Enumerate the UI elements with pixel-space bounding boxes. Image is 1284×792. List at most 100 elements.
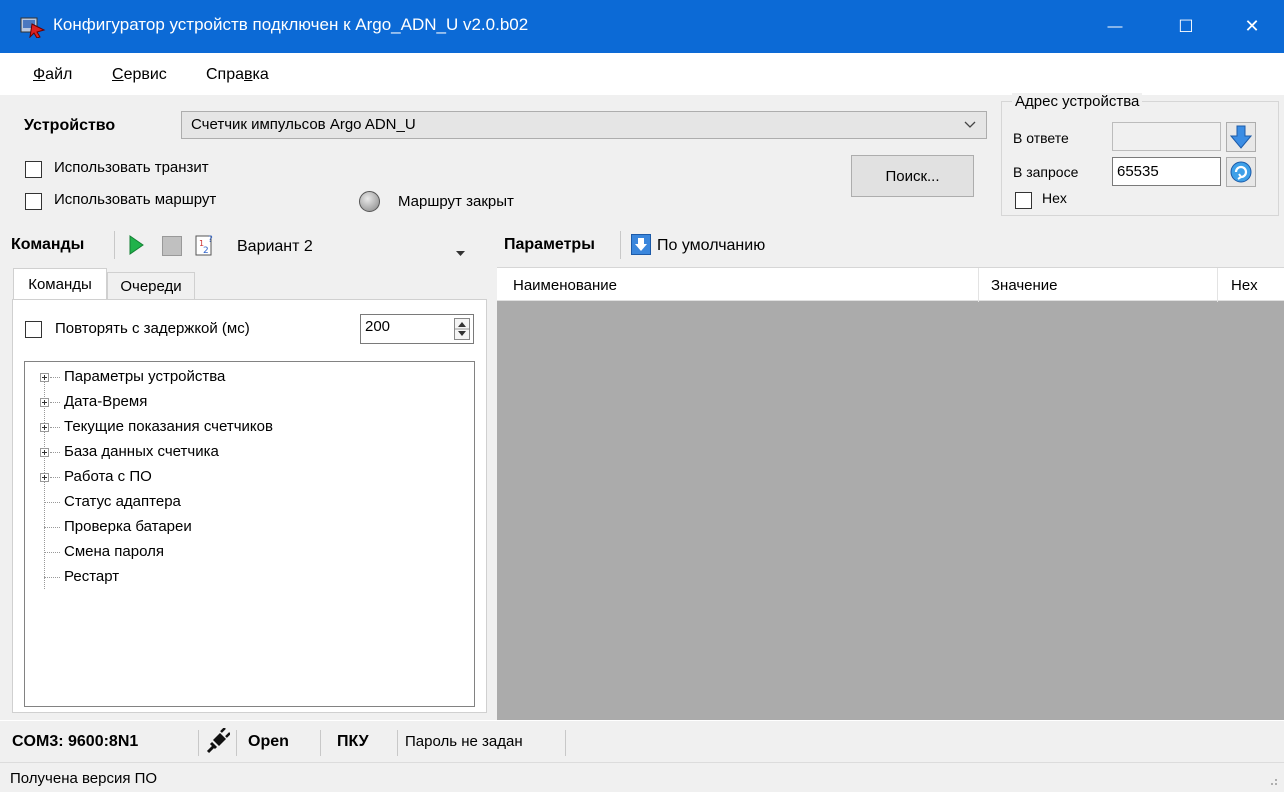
tree-item-label: Статус адаптера (64, 493, 181, 510)
tree-item[interactable]: Дата-Время (25, 391, 465, 415)
maximize-icon: ☐ (1178, 16, 1194, 36)
hex-label: Hex (1042, 190, 1067, 206)
tree-item-label: Работа с ПО (64, 468, 152, 485)
column-header-name[interactable]: Наименование (513, 277, 617, 294)
spinner-arrows-icon[interactable] (454, 318, 470, 340)
read-address-button[interactable] (1226, 122, 1256, 152)
play-button[interactable] (128, 235, 144, 259)
refresh-address-button[interactable] (1226, 157, 1256, 187)
maximize-button[interactable]: ☐ (1154, 0, 1218, 53)
menu-help-label-a: Спра (206, 66, 245, 83)
tree-item-label: Дата-Время (64, 393, 148, 410)
tree-connector (50, 402, 60, 403)
use-route-checkbox[interactable] (25, 193, 42, 210)
arrow-down-icon (1230, 125, 1252, 149)
tree-connector (44, 502, 60, 503)
menu-help-label-b: ка (252, 66, 269, 83)
variant-dropdown-icon[interactable] (456, 244, 465, 261)
device-select-value: Счетчик импульсов Argo ADN_U (191, 116, 416, 133)
use-transit-label: Использовать транзит (54, 159, 209, 176)
tree-item-label: Смена пароля (64, 543, 164, 560)
chevron-down-icon (964, 117, 976, 134)
tree-item[interactable]: Рестарт (25, 566, 465, 590)
tab-queues[interactable]: Очереди (107, 272, 195, 300)
toolbar-separator (620, 231, 621, 259)
refresh-icon (1230, 161, 1252, 183)
toolbar-separator (114, 231, 115, 259)
params-table-header: Наименование Значение Hex (497, 267, 1284, 302)
close-icon: ✕ (1244, 16, 1260, 36)
menu-help[interactable]: Справка (206, 66, 269, 84)
tree-connector (50, 377, 60, 378)
menu-service[interactable]: Сервис (112, 66, 167, 84)
menu-file[interactable]: Файл (33, 66, 72, 84)
status-separator (565, 730, 566, 756)
connect-plug-icon[interactable] (204, 727, 231, 760)
stop-icon[interactable] (162, 236, 182, 256)
route-status-indicator-icon (359, 191, 380, 212)
device-label: Устройство (24, 117, 116, 134)
variant-icon: 1 2 ? (195, 235, 213, 256)
use-transit-checkbox[interactable] (25, 161, 42, 178)
menu-service-accel: С (112, 66, 124, 83)
tree-item[interactable]: Смена пароля (25, 541, 465, 565)
device-select[interactable]: Счетчик импульсов Argo ADN_U (181, 111, 987, 139)
tree-item[interactable]: Проверка батареи (25, 516, 465, 540)
column-header-hex[interactable]: Hex (1231, 277, 1258, 294)
hex-checkbox[interactable] (1015, 192, 1032, 209)
commands-tree[interactable]: Параметры устройства Дата-Время Текущие по… (24, 361, 475, 707)
repeat-delay-spinner[interactable]: 200 (360, 314, 474, 344)
repeat-checkbox[interactable] (25, 321, 42, 338)
expand-plus-icon[interactable] (40, 423, 49, 432)
column-separator (978, 268, 979, 302)
response-address-input[interactable] (1112, 122, 1221, 151)
tree-connector (44, 552, 60, 553)
tab-commands[interactable]: Команды (13, 268, 107, 300)
resize-grip-icon[interactable] (1266, 775, 1278, 792)
tree-item[interactable]: Статус адаптера (25, 491, 465, 515)
app-icon (20, 16, 46, 39)
expand-plus-icon[interactable] (40, 398, 49, 407)
password-status: Пароль не задан (405, 733, 523, 750)
variant-select-value[interactable]: Вариант 2 (237, 238, 313, 256)
tree-item-label: Проверка батареи (64, 518, 192, 535)
tree-item[interactable]: Работа с ПО (25, 466, 465, 490)
port-state: Open (248, 733, 289, 750)
params-grid[interactable] (497, 267, 1284, 721)
close-button[interactable]: ✕ (1220, 0, 1284, 53)
mode-status: ПКУ (337, 733, 369, 750)
window-title: Конфигуратор устройств подключен к Argo_… (53, 15, 529, 34)
tree-item[interactable]: Текущие показания счетчиков (25, 416, 465, 440)
play-icon (129, 235, 144, 255)
repeat-label: Повторять с задержкой (мс) (55, 320, 250, 337)
menu-help-accel: в (244, 66, 253, 83)
tree-item[interactable]: Параметры устройства (25, 366, 465, 390)
svg-text:?: ? (208, 235, 213, 245)
arrow-down-icon (635, 238, 647, 251)
tree-item-label: База данных счетчика (64, 443, 219, 460)
expand-plus-icon[interactable] (40, 373, 49, 382)
expand-plus-icon[interactable] (40, 473, 49, 482)
status-message: Получена версия ПО (10, 770, 158, 787)
repeat-delay-value: 200 (365, 318, 391, 335)
menu-file-accel: Ф (33, 66, 46, 83)
port-status: COM3: 9600:8N1 (12, 733, 139, 750)
title-bar[interactable]: Конфигуратор устройств подключен к Argo_… (0, 0, 1284, 53)
status-separator (320, 730, 321, 756)
expand-plus-icon[interactable] (40, 448, 49, 457)
request-address-input[interactable]: 65535 (1112, 157, 1221, 186)
default-params-button[interactable] (631, 234, 651, 255)
minimize-button[interactable]: — (1083, 0, 1147, 53)
search-button[interactable]: Поиск... (851, 155, 974, 197)
tree-item[interactable]: База данных счетчика (25, 441, 465, 465)
tab-commands-label: Команды (28, 276, 92, 293)
variant-button[interactable]: 1 2 ? (194, 233, 216, 261)
tree-item-label: Параметры устройства (64, 368, 226, 385)
column-header-value[interactable]: Значение (991, 277, 1058, 294)
tree-connector (50, 427, 60, 428)
default-params-label[interactable]: По умолчанию (657, 237, 765, 255)
tab-queues-label: Очереди (120, 278, 182, 295)
menu-bar: Файл Сервис Справка (0, 53, 1284, 95)
route-status-label: Маршрут закрыт (398, 193, 514, 210)
menu-file-label: айл (45, 66, 73, 83)
